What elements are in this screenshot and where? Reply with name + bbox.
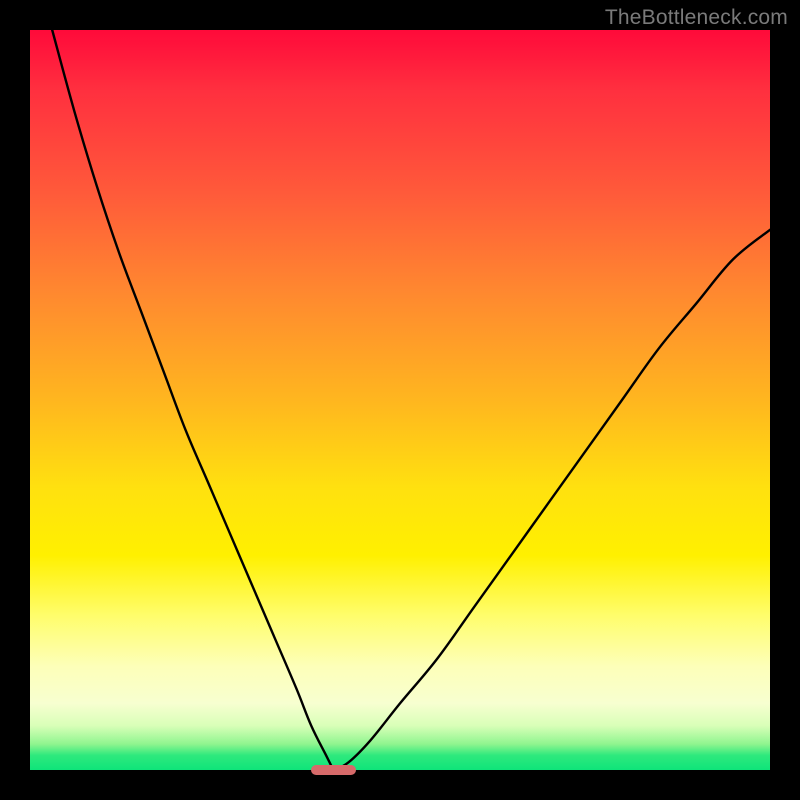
watermark-text: TheBottleneck.com	[605, 6, 788, 30]
curve-left-branch	[52, 30, 333, 770]
plot-area	[30, 30, 770, 770]
curve-right-branch	[333, 230, 770, 770]
bottleneck-curve	[30, 30, 770, 770]
chart-frame: TheBottleneck.com	[0, 0, 800, 800]
minimum-marker	[311, 765, 355, 775]
